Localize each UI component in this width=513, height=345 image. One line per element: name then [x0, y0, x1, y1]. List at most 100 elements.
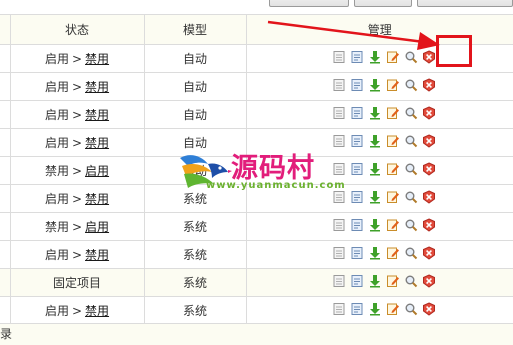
model-cell: 自动 — [143, 100, 247, 129]
download-icon[interactable] — [368, 302, 382, 316]
model-cell: 系统 — [143, 268, 247, 297]
download-icon[interactable] — [368, 274, 382, 288]
document-icon[interactable] — [350, 162, 364, 176]
row-gutter-cell — [0, 100, 11, 129]
table-footer: 录 — [0, 323, 513, 345]
view-icon[interactable] — [332, 246, 346, 260]
search-icon[interactable] — [404, 162, 418, 176]
edit-icon[interactable] — [386, 50, 400, 64]
manage-cell — [245, 100, 513, 129]
search-icon[interactable] — [404, 106, 418, 120]
status-toggle-link[interactable]: 禁用 — [85, 136, 109, 150]
document-icon[interactable] — [350, 274, 364, 288]
status-current: 禁用 — [44, 220, 69, 234]
view-icon[interactable] — [332, 218, 346, 232]
search-icon[interactable] — [404, 302, 418, 316]
view-icon[interactable] — [332, 302, 346, 316]
edit-icon[interactable] — [386, 162, 400, 176]
edit-icon[interactable] — [386, 302, 400, 316]
toolbar-button-1[interactable] — [269, 0, 349, 7]
document-icon[interactable] — [350, 302, 364, 316]
document-icon[interactable] — [350, 78, 364, 92]
manage-cell — [245, 72, 513, 101]
table-row: 启用 > 禁用 系统 — [0, 240, 513, 269]
view-icon[interactable] — [332, 134, 346, 148]
delete-icon[interactable] — [422, 274, 436, 288]
download-icon[interactable] — [368, 162, 382, 176]
row-gutter-cell — [0, 240, 11, 269]
table-row: 启用 > 禁用 系统 — [0, 296, 513, 325]
view-icon[interactable] — [332, 78, 346, 92]
view-icon[interactable] — [332, 106, 346, 120]
document-icon[interactable] — [350, 190, 364, 204]
status-cell: 启用 > 禁用 — [9, 128, 145, 157]
table-row: 启用 > 禁用 自动 — [0, 72, 513, 101]
search-icon[interactable] — [404, 218, 418, 232]
search-icon[interactable] — [404, 246, 418, 260]
toolbar-button-2[interactable] — [354, 0, 412, 7]
edit-icon[interactable] — [386, 246, 400, 260]
action-icons — [332, 78, 436, 92]
download-icon[interactable] — [368, 78, 382, 92]
status-toggle-link[interactable]: 禁用 — [85, 304, 109, 318]
delete-icon[interactable] — [422, 302, 436, 316]
download-icon[interactable] — [368, 246, 382, 260]
delete-icon[interactable] — [422, 106, 436, 120]
download-icon[interactable] — [368, 218, 382, 232]
view-icon[interactable] — [332, 50, 346, 64]
delete-icon[interactable] — [422, 190, 436, 204]
row-gutter-cell — [0, 72, 11, 101]
manage-cell — [245, 212, 513, 241]
status-toggle-link[interactable]: 禁用 — [85, 248, 109, 262]
model-cell: 自动 — [143, 72, 247, 101]
edit-icon[interactable] — [386, 274, 400, 288]
view-icon[interactable] — [332, 162, 346, 176]
search-icon[interactable] — [404, 78, 418, 92]
document-icon[interactable] — [350, 218, 364, 232]
edit-icon[interactable] — [386, 78, 400, 92]
delete-icon[interactable] — [422, 78, 436, 92]
document-icon[interactable] — [350, 50, 364, 64]
table-row: 禁用 > 启用 系统 — [0, 212, 513, 241]
status-separator: > — [71, 136, 83, 150]
action-icons — [332, 162, 436, 176]
search-icon[interactable] — [404, 274, 418, 288]
download-icon[interactable] — [368, 50, 382, 64]
view-icon[interactable] — [332, 274, 346, 288]
status-separator: > — [71, 52, 83, 66]
row-gutter-cell — [0, 268, 11, 297]
edit-icon[interactable] — [386, 106, 400, 120]
edit-icon[interactable] — [386, 218, 400, 232]
download-icon[interactable] — [368, 134, 382, 148]
delete-icon[interactable] — [422, 218, 436, 232]
search-icon[interactable] — [404, 134, 418, 148]
toolbar-button-3[interactable] — [417, 0, 513, 7]
status-toggle-link[interactable]: 启用 — [85, 164, 109, 178]
model-cell: 系统 — [143, 212, 247, 241]
download-icon[interactable] — [368, 106, 382, 120]
status-toggle-link[interactable]: 禁用 — [85, 192, 109, 206]
status-toggle-link[interactable]: 禁用 — [85, 80, 109, 94]
status-cell: 启用 > 禁用 — [9, 240, 145, 269]
delete-icon[interactable] — [422, 246, 436, 260]
delete-icon[interactable] — [422, 162, 436, 176]
delete-icon[interactable] — [422, 134, 436, 148]
view-icon[interactable] — [332, 190, 346, 204]
search-icon[interactable] — [404, 190, 418, 204]
status-toggle-link[interactable]: 禁用 — [85, 108, 109, 122]
status-separator: > — [71, 220, 83, 234]
status-toggle-link[interactable]: 启用 — [85, 220, 109, 234]
watermark-url: www.yuanmacun.com — [206, 180, 346, 191]
document-icon[interactable] — [350, 134, 364, 148]
document-icon[interactable] — [350, 106, 364, 120]
search-icon[interactable] — [404, 50, 418, 64]
edit-icon[interactable] — [386, 134, 400, 148]
status-current: 启用 — [44, 136, 69, 150]
status-toggle-link[interactable]: 禁用 — [85, 52, 109, 66]
download-icon[interactable] — [368, 190, 382, 204]
table-row: 固定项目 系统 — [0, 268, 513, 297]
delete-icon[interactable] — [422, 50, 436, 64]
edit-icon[interactable] — [386, 190, 400, 204]
document-icon[interactable] — [350, 246, 364, 260]
column-header-status: 状态 — [9, 14, 145, 45]
